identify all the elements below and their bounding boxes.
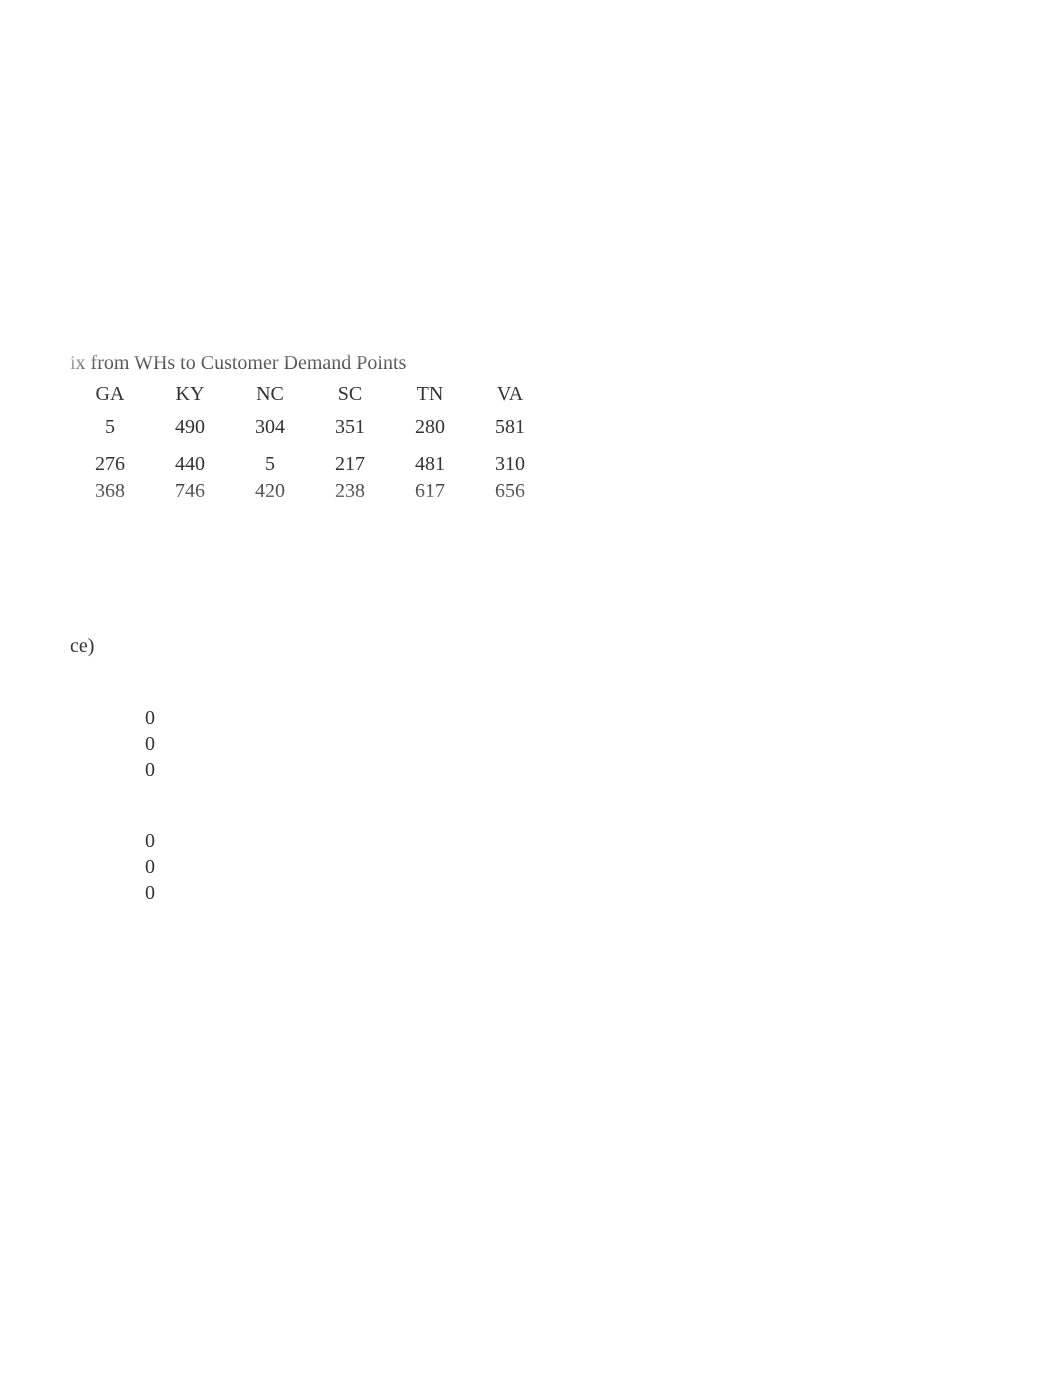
zero-value: 0 (145, 705, 155, 731)
table-row: 368 746 420 238 617 656 (70, 478, 550, 505)
table-cell: 617 (390, 478, 470, 505)
table-cell: 238 (310, 478, 390, 505)
table-cell: 481 (390, 451, 470, 478)
table-cell: 420 (230, 478, 310, 505)
col-header: TN (390, 381, 470, 414)
table-row: 5 490 304 351 280 581 (70, 414, 550, 451)
table-cell: 276 (70, 451, 150, 478)
table-cell: 746 (150, 478, 230, 505)
table-cell: 217 (310, 451, 390, 478)
table-cell: 368 (70, 478, 150, 505)
col-header: NC (230, 381, 310, 414)
distance-matrix-table: GA KY NC SC TN VA 5 490 304 351 280 581 … (70, 381, 550, 505)
table-cell: 656 (470, 478, 550, 505)
table-cell: 351 (310, 414, 390, 451)
table-cell: 280 (390, 414, 470, 451)
zeros-column: 0 0 0 0 0 0 (145, 705, 155, 906)
col-header: SC (310, 381, 390, 414)
col-header: VA (470, 381, 550, 414)
table-row: 276 440 5 217 481 310 (70, 451, 550, 478)
col-header: KY (150, 381, 230, 414)
table-cell: 490 (150, 414, 230, 451)
zero-value: 0 (145, 880, 155, 906)
zero-value: 0 (145, 757, 155, 783)
table-cell: 440 (150, 451, 230, 478)
zero-value: 0 (145, 854, 155, 880)
table-cell: 310 (470, 451, 550, 478)
text-fragment: ce) (70, 635, 94, 658)
zero-value: 0 (145, 731, 155, 757)
table-title: ix from WHs to Customer Demand Points (70, 352, 550, 375)
table-cell: 5 (70, 414, 150, 451)
table-header-row: GA KY NC SC TN VA (70, 381, 550, 414)
table-cell: 304 (230, 414, 310, 451)
col-header: GA (70, 381, 150, 414)
zero-value: 0 (145, 828, 155, 854)
table-cell: 581 (470, 414, 550, 451)
table-cell: 5 (230, 451, 310, 478)
